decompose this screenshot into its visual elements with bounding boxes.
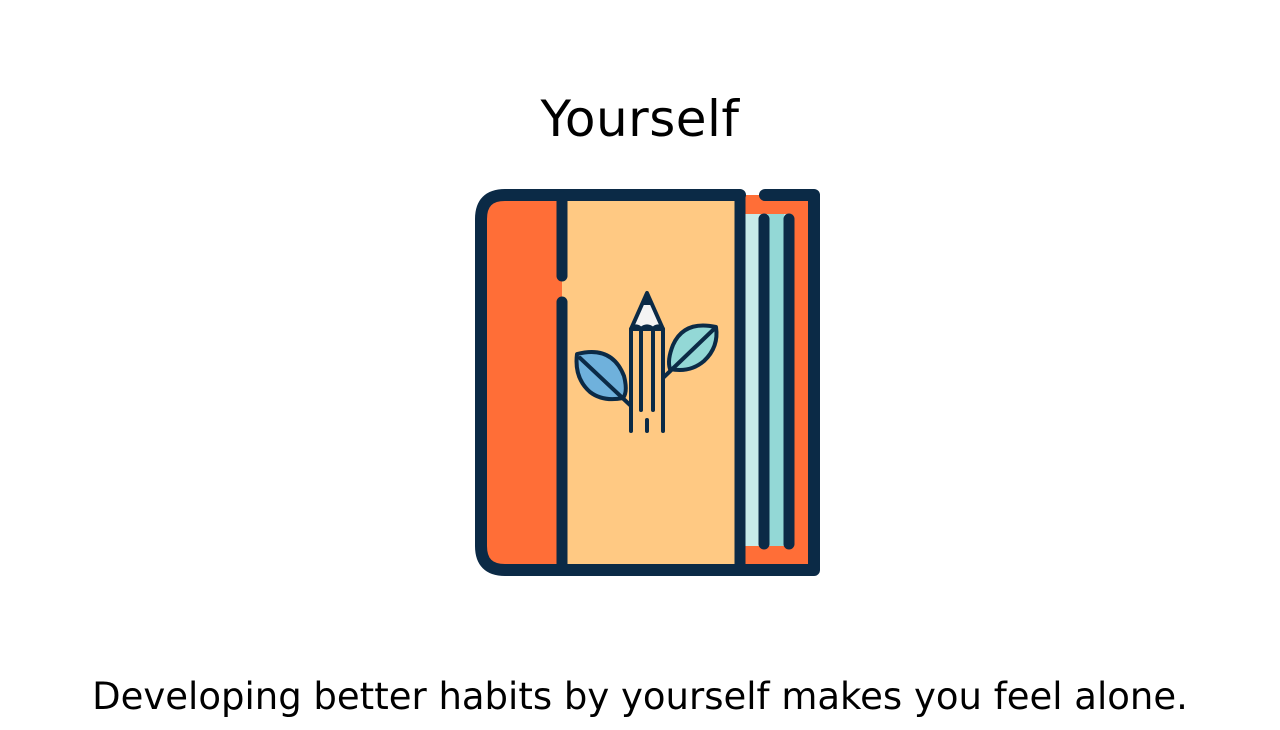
pencil-icon — [629, 291, 665, 433]
page-title: Yourself — [540, 90, 740, 148]
journal-illustration — [470, 185, 825, 580]
caption-text: Developing better habits by yourself mak… — [92, 675, 1188, 718]
journal-notebook-icon — [475, 189, 820, 576]
front-cover-spine — [481, 195, 562, 570]
